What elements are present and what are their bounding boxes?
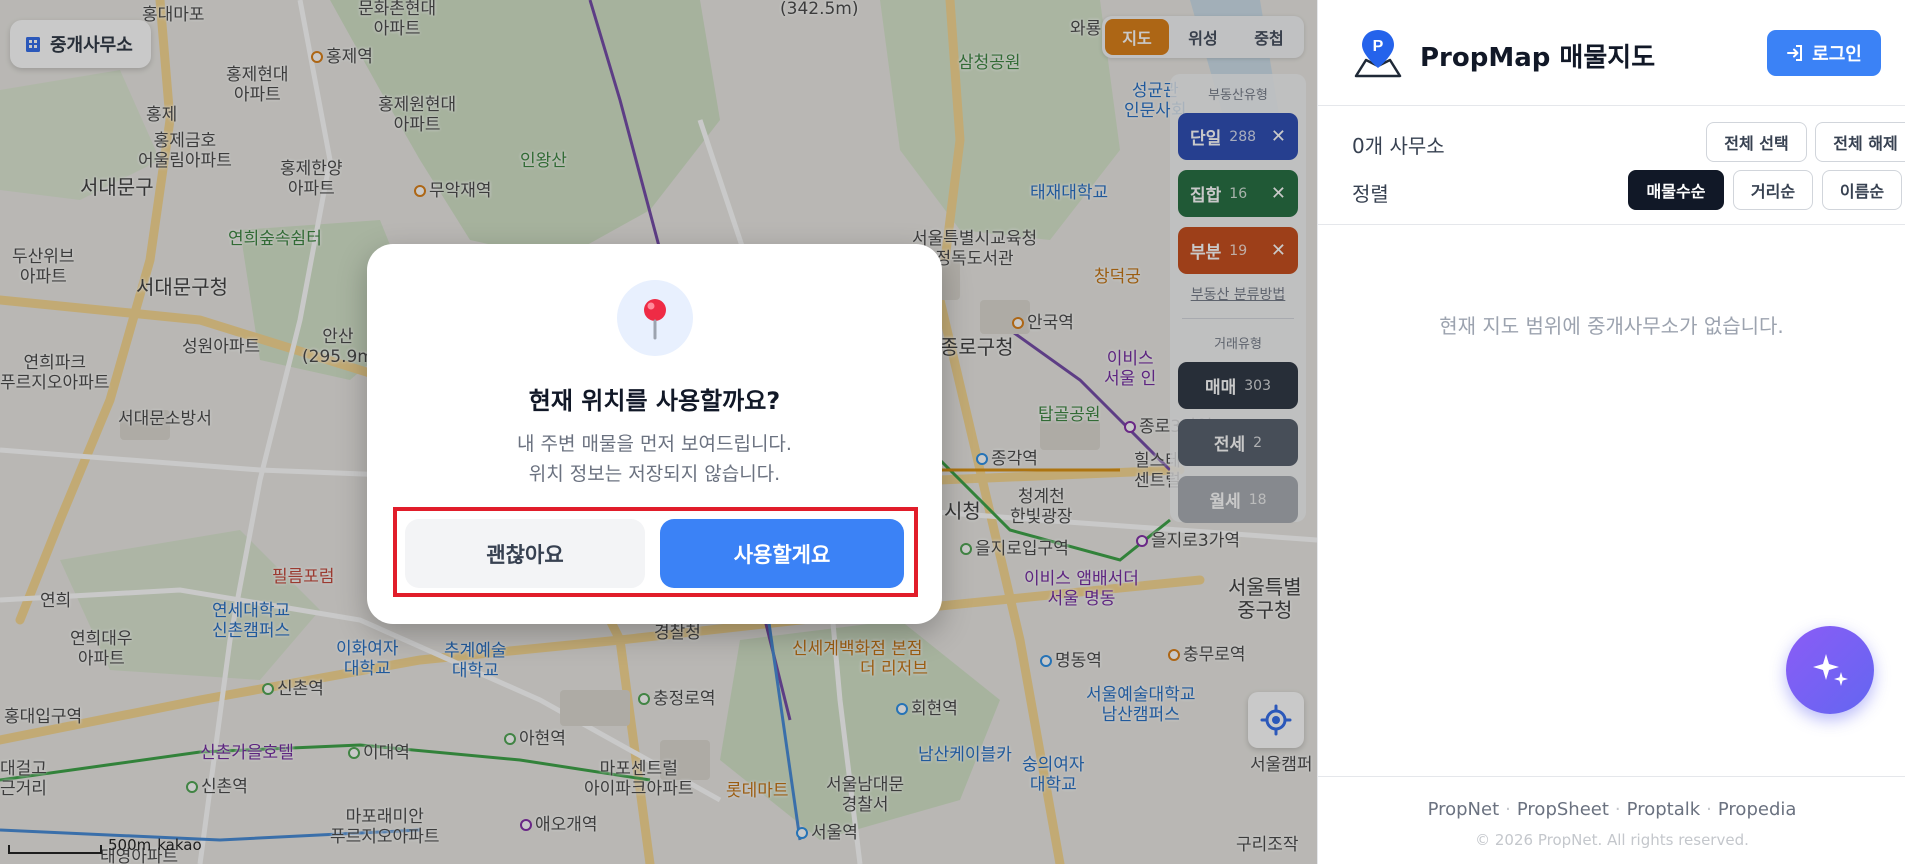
- office-count-row: 0개 사무소 전체 선택 전체 해제: [1352, 122, 1905, 162]
- dialog-desc-line: 내 주변 매물을 먼저 보여드립니다.: [517, 433, 792, 455]
- app-root: 홍대마포 문화촌현대 아파트 홍제역 홍제현대 아파트 홍제원현대 아파트 홍제…: [0, 0, 1905, 864]
- login-icon: [1787, 45, 1803, 61]
- footer-link-propnet[interactable]: PropNet: [1428, 799, 1500, 820]
- sort-by-name-button[interactable]: 이름순: [1822, 170, 1902, 210]
- sort-label: 정렬: [1352, 182, 1389, 206]
- footer-link-propsheet[interactable]: PropSheet: [1517, 799, 1609, 820]
- sidebar-header: P PropMap 매물지도 로그인: [1318, 0, 1905, 106]
- empty-state-message: 현재 지도 범위에 중개사무소가 없습니다.: [1439, 314, 1784, 338]
- dialog-description: 내 주변 매물을 먼저 보여드립니다. 위치 정보는 저장되지 않습니다.: [367, 429, 942, 489]
- accept-location-button[interactable]: 사용할게요: [660, 519, 904, 588]
- propmap-logo-icon: P: [1354, 30, 1402, 78]
- separator: ·: [1706, 799, 1712, 820]
- ai-assistant-button[interactable]: [1786, 626, 1874, 714]
- divider: [1318, 224, 1905, 225]
- copyright: © 2026 PropNet. All rights reserved.: [1475, 831, 1749, 849]
- pushpin-icon: [644, 299, 666, 340]
- deselect-all-button[interactable]: 전체 해제: [1815, 122, 1905, 162]
- dialog-title: 현재 위치를 사용할까요?: [528, 387, 781, 415]
- dialog-desc-line: 위치 정보는 저장되지 않습니다.: [528, 463, 781, 485]
- decline-button[interactable]: 괜찮아요: [405, 519, 645, 588]
- sort-by-distance-button[interactable]: 거리순: [1733, 170, 1813, 210]
- sort-row: 정렬 매물수순 거리순 이름순: [1352, 170, 1902, 210]
- svg-text:P: P: [1373, 38, 1384, 55]
- pin-badge: [617, 280, 693, 356]
- map-canvas[interactable]: 홍대마포 문화촌현대 아파트 홍제역 홍제현대 아파트 홍제원현대 아파트 홍제…: [0, 0, 1317, 864]
- footer-link-proptalk[interactable]: Proptalk: [1627, 799, 1701, 820]
- location-permission-dialog: 현재 위치를 사용할까요? 내 주변 매물을 먼저 보여드립니다. 위치 정보는…: [367, 244, 942, 624]
- separator: ·: [1614, 799, 1621, 820]
- sidebar: P PropMap 매물지도 로그인 0개 사무소 전체 선택 전체 해제 정렬…: [1317, 0, 1905, 864]
- separator: ·: [1505, 799, 1511, 820]
- sparkles-icon: [1813, 654, 1848, 686]
- select-all-button[interactable]: 전체 선택: [1706, 122, 1807, 162]
- sidebar-footer: PropNet · PropSheet · Proptalk · Propedia © 20…: [1318, 776, 1905, 864]
- login-button[interactable]: 로그인: [1767, 30, 1881, 76]
- office-count: 0개 사무소: [1352, 134, 1445, 158]
- app-title: PropMap 매물지도: [1420, 43, 1656, 73]
- footer-link-propedia[interactable]: Propedia: [1718, 799, 1797, 820]
- sort-by-listings-button[interactable]: 매물수순: [1628, 170, 1724, 210]
- footer-links: PropNet · PropSheet · Proptalk · Propedia: [1318, 799, 1905, 820]
- login-label: 로그인: [1812, 44, 1862, 65]
